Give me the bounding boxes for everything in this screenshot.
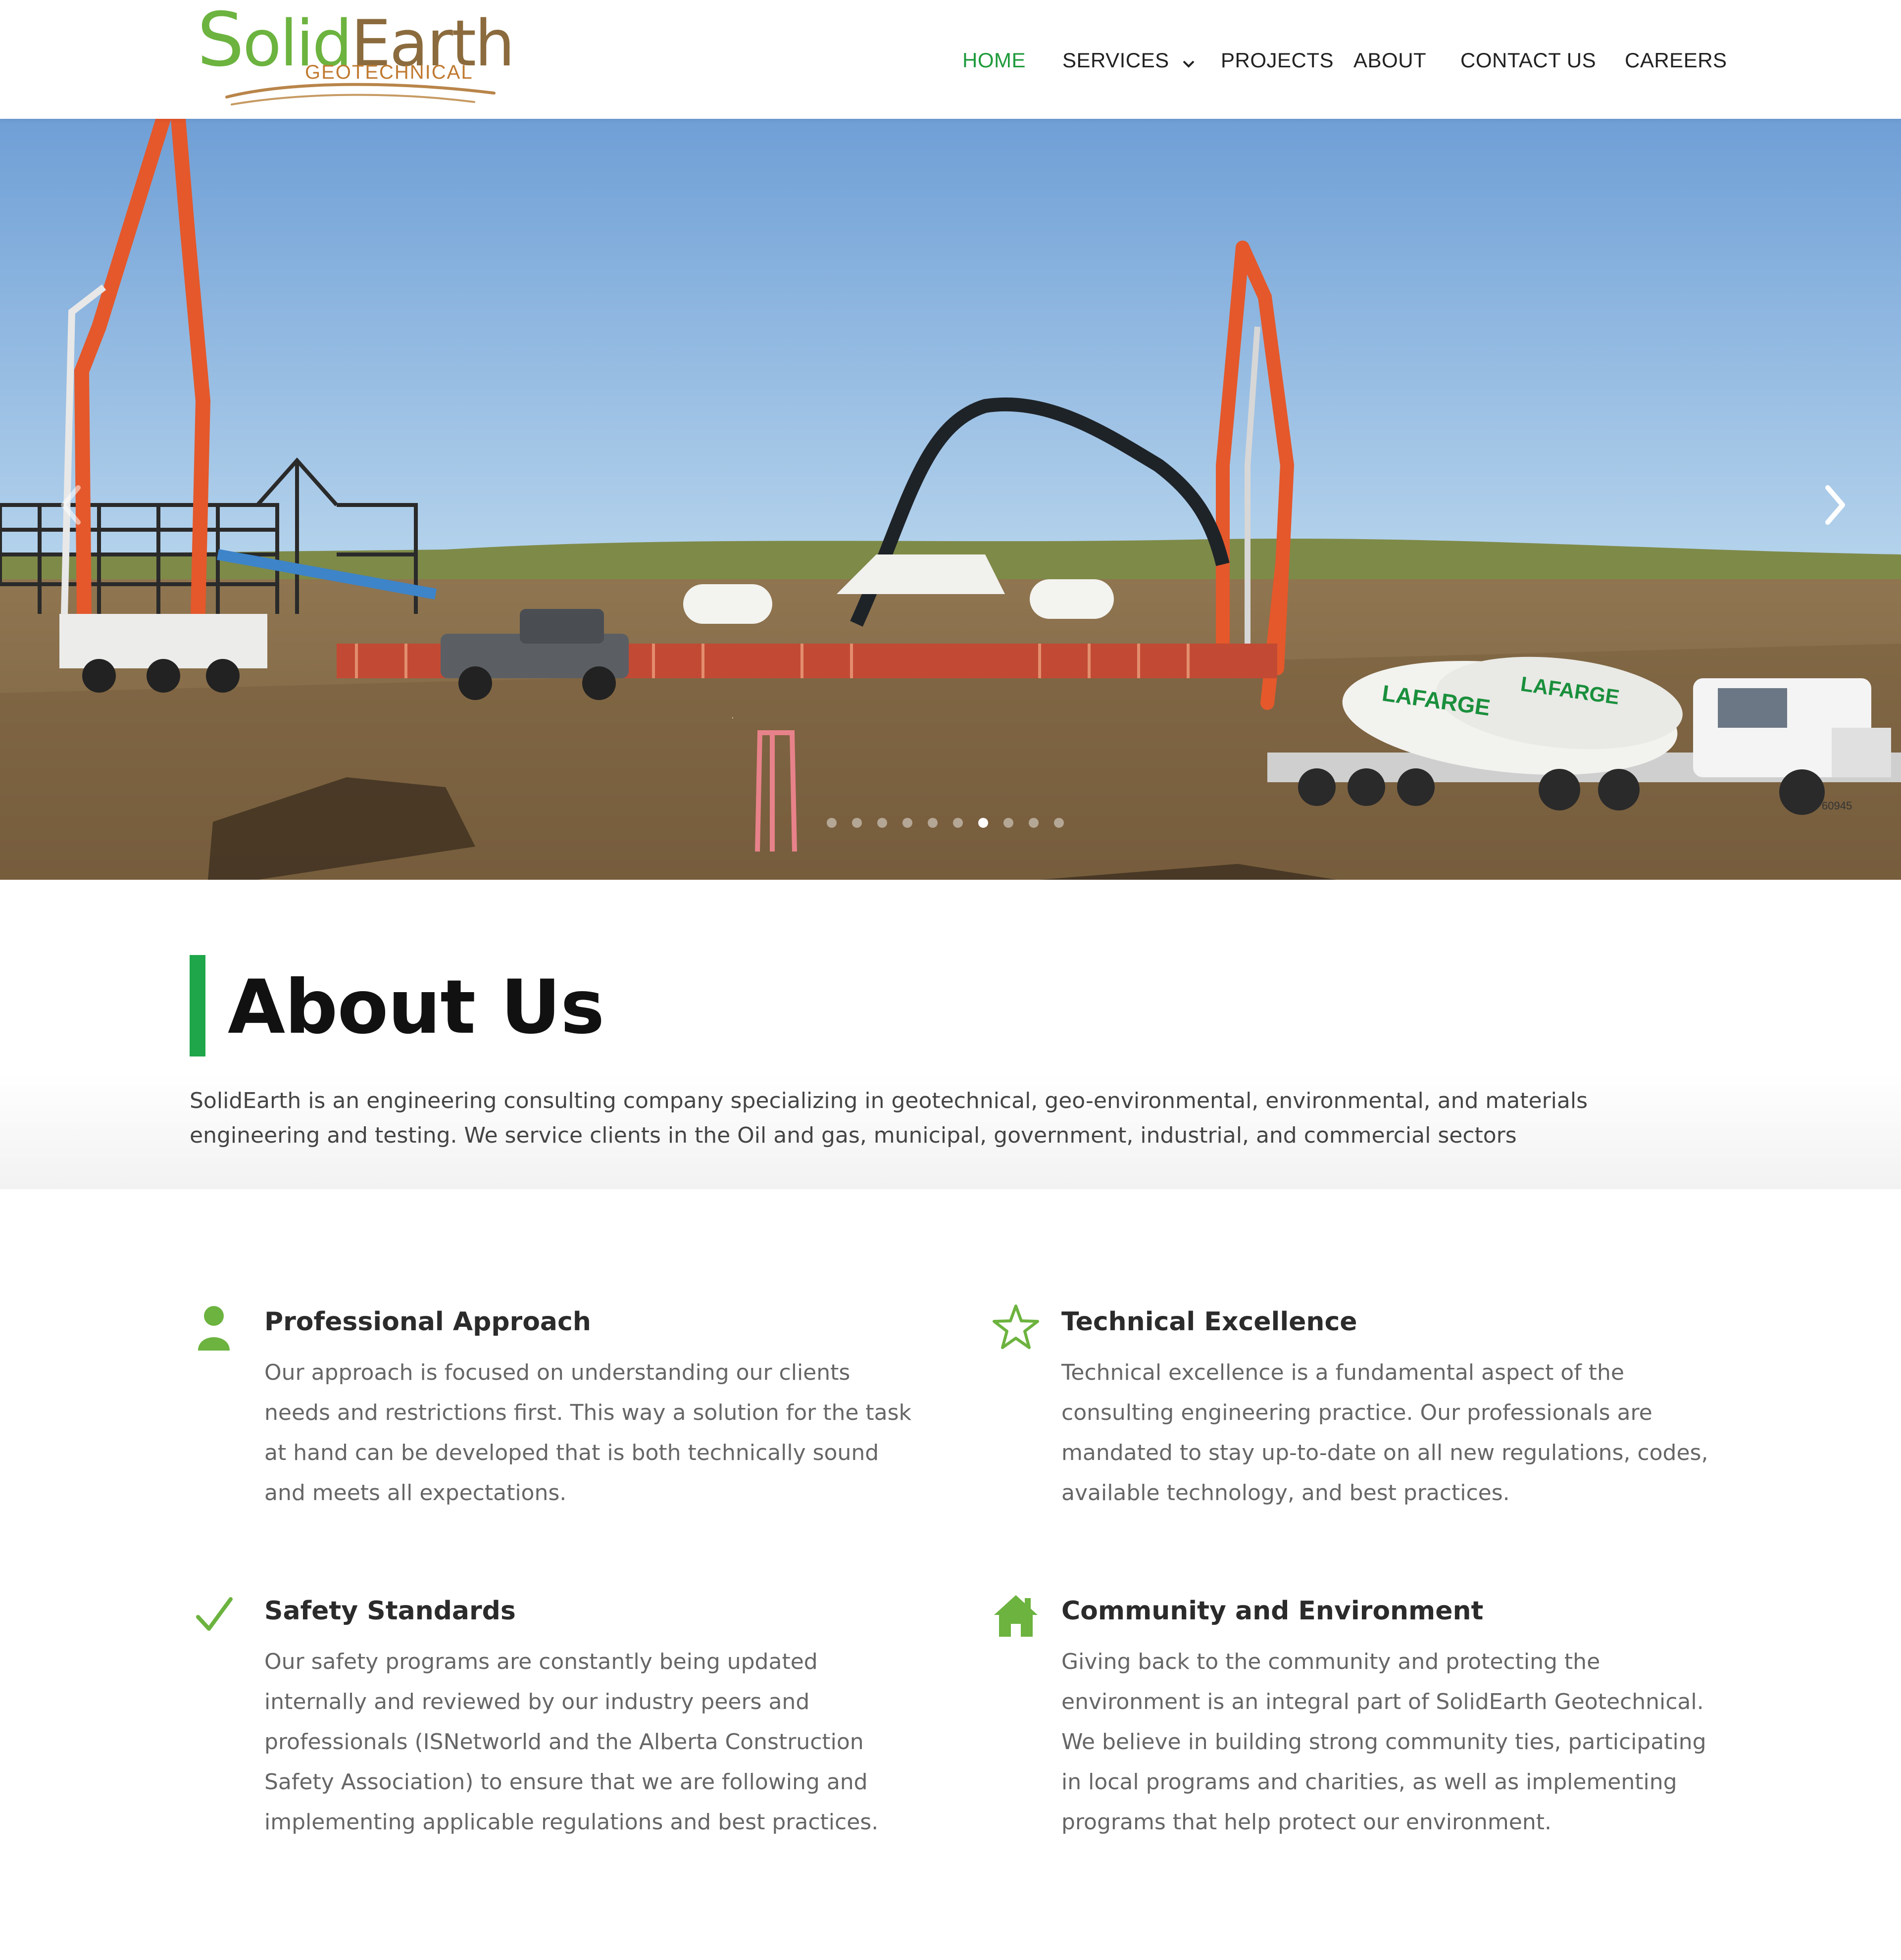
slider-dot-1[interactable] xyxy=(827,818,837,828)
nav-services-label: SERVICES xyxy=(1062,49,1169,72)
person-icon xyxy=(194,1302,239,1352)
feature-title: Safety Standards xyxy=(264,1596,516,1626)
feature-text: Giving back to the community and protect… xyxy=(1061,1649,1706,1835)
checkmark-icon xyxy=(194,1591,239,1641)
slider-prev-button[interactable] xyxy=(48,473,92,537)
hero-license-plate: 60945 xyxy=(1822,800,1852,812)
slider-next-button[interactable] xyxy=(1814,473,1858,537)
logo-subtitle: GEOTECHNICAL xyxy=(305,61,473,83)
slider-dot-4[interactable] xyxy=(902,818,912,828)
nav-home[interactable]: HOME xyxy=(962,46,1026,75)
page: SolidEarth GEOTECHNICAL HOME SERVICES PR… xyxy=(0,0,1901,1960)
chevron-down-icon xyxy=(1182,47,1195,77)
chevron-right-icon xyxy=(1825,485,1845,525)
feature-title: Community and Environment xyxy=(1061,1596,1484,1626)
logo-swoosh-icon xyxy=(225,83,496,105)
slider-dot-8[interactable] xyxy=(1003,818,1013,828)
feature-text: Our approach is focused on understanding… xyxy=(264,1360,912,1506)
house-icon xyxy=(991,1591,1038,1641)
slider-dot-2[interactable] xyxy=(852,818,862,828)
feature-text: Technical excellence is a fundamental as… xyxy=(1061,1360,1708,1506)
nav-about[interactable]: ABOUT xyxy=(1353,46,1426,75)
site-header: SolidEarth GEOTECHNICAL HOME SERVICES PR… xyxy=(0,0,1901,119)
nav-contact-us[interactable]: CONTACT US xyxy=(1460,46,1596,75)
about-section: About Us SolidEarth is an engineering co… xyxy=(0,880,1901,1189)
slider-dot-10[interactable] xyxy=(1054,818,1064,828)
feature-title: Professional Approach xyxy=(264,1307,591,1337)
slider-dot-5[interactable] xyxy=(928,818,938,828)
hero-image: LAFARGE LAFARGE 60945 xyxy=(0,119,1901,880)
feature-text: Our safety programs are constantly being… xyxy=(264,1649,879,1835)
nav-services[interactable]: SERVICES xyxy=(1062,46,1195,77)
star-icon xyxy=(991,1302,1039,1352)
about-title: About Us xyxy=(228,964,604,1051)
about-accent-bar xyxy=(190,955,205,1056)
slider-dot-9[interactable] xyxy=(1029,818,1039,828)
chevron-left-icon xyxy=(61,485,81,525)
nav-projects[interactable]: PROJECTS xyxy=(1221,46,1334,75)
solidearth-logo[interactable]: SolidEarth GEOTECHNICAL xyxy=(197,3,515,114)
about-description: SolidEarth is an engineering consulting … xyxy=(190,1088,1588,1148)
feature-title: Technical Excellence xyxy=(1061,1307,1357,1337)
slider-dot-7[interactable] xyxy=(978,818,988,828)
slider-dot-6[interactable] xyxy=(953,818,963,828)
nav-careers[interactable]: CAREERS xyxy=(1625,46,1727,75)
slider-dot-3[interactable] xyxy=(877,818,887,828)
hero-slider: LAFARGE LAFARGE 60945 xyxy=(0,119,1901,880)
